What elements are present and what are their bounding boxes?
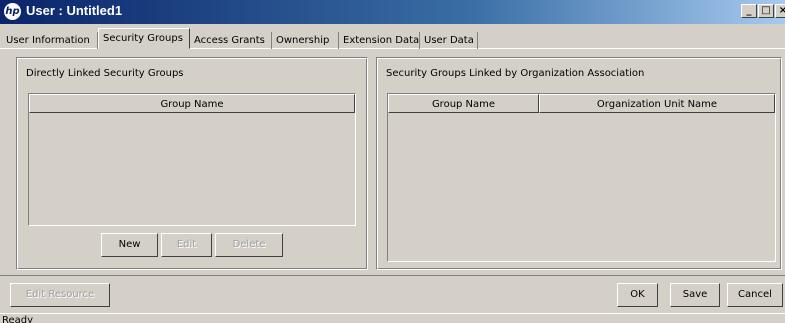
tab-security-groups[interactable]: Security Groups — [98, 28, 190, 49]
window-title: User : Untitled1 — [26, 3, 123, 18]
org-linked-panel: Security Groups Linked by Organization A… — [376, 57, 782, 270]
tab-ownership[interactable]: Ownership — [272, 32, 339, 49]
column-header-organization-unit-name[interactable]: Organization Unit Name — [539, 94, 775, 113]
title-bar: hp User : Untitled1 _ □ × — [0, 0, 785, 24]
tab-access-grants[interactable]: Access Grants — [190, 32, 272, 49]
hp-logo-icon: hp — [4, 3, 21, 20]
org-linked-title: Security Groups Linked by Organization A… — [386, 68, 645, 79]
close-button[interactable]: × — [775, 4, 785, 18]
directly-linked-title: Directly Linked Security Groups — [26, 68, 184, 79]
save-button[interactable]: Save — [670, 283, 720, 307]
edit-button[interactable]: Edit — [161, 233, 212, 257]
minimize-button[interactable]: _ — [741, 4, 757, 18]
cancel-button[interactable]: Cancel — [727, 283, 783, 307]
directly-linked-table[interactable]: Group Name — [28, 93, 356, 226]
directly-linked-panel: Directly Linked Security Groups Group Na… — [16, 57, 368, 270]
tab-extension-data[interactable]: Extension Data — [339, 32, 420, 49]
delete-button[interactable]: Delete — [215, 233, 283, 257]
column-header-group-name[interactable]: Group Name — [29, 94, 355, 113]
org-linked-table[interactable]: Group Name Organization Unit Name — [387, 93, 776, 262]
footer-bar: Edit Resource OK Save Cancel — [0, 275, 785, 313]
tab-strip: User Information Security Groups Access … — [0, 25, 785, 49]
maximize-button[interactable]: □ — [758, 4, 774, 18]
tab-user-information[interactable]: User Information — [2, 32, 98, 49]
column-header-group-name[interactable]: Group Name — [388, 94, 539, 113]
ok-button[interactable]: OK — [617, 283, 658, 307]
new-button[interactable]: New — [101, 233, 158, 257]
tab-user-data[interactable]: User Data — [420, 32, 478, 49]
edit-resource-button[interactable]: Edit Resource — [10, 283, 110, 307]
